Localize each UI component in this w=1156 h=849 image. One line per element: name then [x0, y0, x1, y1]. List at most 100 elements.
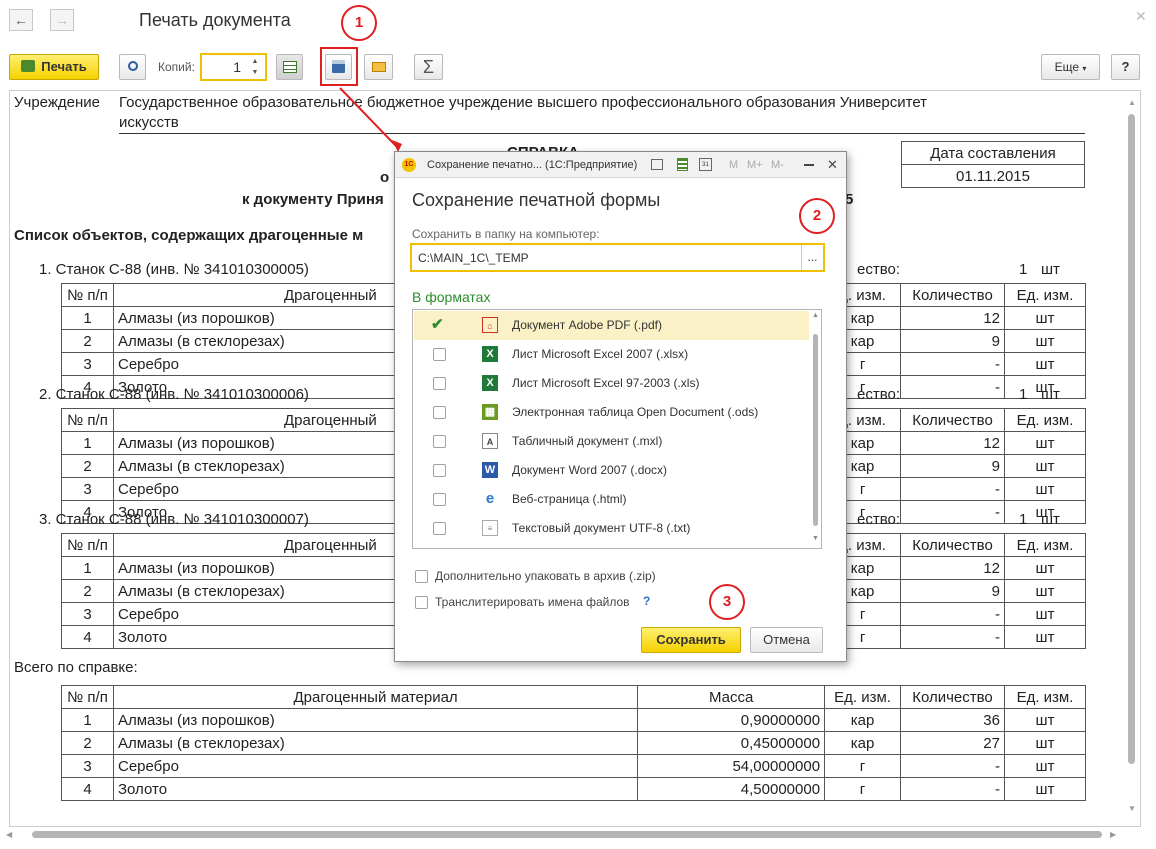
table-edit-icon [282, 61, 297, 73]
copies-stepper[interactable]: 1 ▲ ▼ [200, 53, 267, 81]
col-qty: Количество [900, 283, 1005, 307]
format-item[interactable]: ✔ ⌂ Документ Adobe PDF (.pdf) [414, 311, 809, 340]
callout-2: 2 [799, 198, 835, 234]
cell-num: 2 [61, 329, 114, 353]
vertical-scroll-thumb[interactable] [1128, 114, 1135, 764]
browse-button[interactable]: ... [801, 245, 823, 270]
date-header: Дата составления [901, 141, 1085, 165]
translit-help-icon[interactable]: ? [643, 594, 650, 608]
close-icon[interactable]: ✕ [1135, 8, 1147, 25]
format-item[interactable]: X Лист Microsoft Excel 97-2003 (.xls) [414, 369, 809, 398]
list-scroll-down-icon[interactable]: ▼ [812, 535, 819, 542]
format-checkbox[interactable] [433, 406, 446, 419]
dialog-save-button[interactable]: Сохранить [641, 627, 741, 653]
scroll-up-icon[interactable]: ▲ [1128, 98, 1136, 107]
format-checkbox[interactable] [433, 348, 446, 361]
format-checkbox[interactable] [433, 493, 446, 506]
horizontal-scroll-thumb[interactable] [32, 831, 1102, 838]
memory-m-button[interactable]: M [729, 152, 738, 178]
cell-num: 3 [61, 477, 114, 501]
horizontal-scrollbar[interactable]: ◀ ▶ [6, 830, 1118, 840]
format-checkbox[interactable] [433, 464, 446, 477]
formats-scroll-thumb[interactable] [813, 334, 818, 526]
memory-mplus-button[interactable]: M+ [747, 152, 763, 178]
forward-arrow-icon[interactable]: → [50, 9, 74, 31]
list-scroll-up-icon[interactable]: ▲ [812, 312, 819, 319]
ods-icon: ▦ [482, 404, 498, 420]
object-qty-label: ество: [857, 511, 901, 528]
col-unit2: Ед. изм. [1003, 685, 1087, 709]
col-num: № п/п [61, 685, 114, 709]
cell-unit2: шт [1003, 708, 1087, 732]
zip-checkbox[interactable] [415, 570, 428, 583]
format-item[interactable]: ▦ Электронная таблица Open Document (.od… [414, 398, 809, 427]
cell-qty: 9 [900, 579, 1005, 603]
preview-button[interactable] [119, 54, 146, 80]
dialog-title-bar: 1С Сохранение печатно... (1С:Предприятие… [395, 152, 846, 178]
checkmark-icon[interactable]: ✔ [431, 317, 444, 332]
vertical-scrollbar[interactable]: ▲ ▼ [1127, 98, 1137, 816]
dialog-close-icon[interactable]: ✕ [827, 152, 838, 178]
scroll-right-icon[interactable]: ▶ [1110, 830, 1116, 839]
cell-unit2: шт [1003, 777, 1087, 801]
cell-unit: кар [824, 708, 902, 732]
format-label: Документ Adobe PDF (.pdf) [512, 318, 662, 332]
object-qty: 1 [1019, 511, 1028, 528]
more-button[interactable]: Еще ▾ [1041, 54, 1100, 80]
cell-num: 3 [61, 352, 114, 376]
chevron-down-icon: ▾ [1082, 64, 1087, 73]
memory-mminus-button[interactable]: M- [771, 152, 784, 178]
word-icon: W [482, 462, 498, 478]
cell-qty: - [900, 625, 1005, 649]
format-item[interactable]: W Документ Word 2007 (.docx) [414, 456, 809, 485]
folder-path-value: C:\MAIN_1C\_TEMP [418, 251, 529, 265]
total-table: № п/п Драгоценный материал Масса Ед. изм… [61, 685, 1087, 801]
calendar-icon[interactable]: 31 [699, 158, 712, 171]
formats-label: В форматах [412, 289, 491, 305]
cell-qty: 12 [900, 306, 1005, 330]
col-unit: Ед. изм. [824, 685, 902, 709]
cell-num: 1 [61, 306, 114, 330]
format-label: Лист Microsoft Excel 97-2003 (.xls) [512, 376, 700, 390]
col-mass: Масса [637, 685, 826, 709]
minimize-icon[interactable] [804, 164, 814, 166]
print-button[interactable]: Печать [9, 54, 99, 80]
formats-scrollbar[interactable]: ▲ ▼ [810, 310, 821, 548]
format-item[interactable]: A Табличный документ (.mxl) [414, 427, 809, 456]
callout-3: 3 [709, 584, 745, 620]
translit-checkbox[interactable] [415, 596, 428, 609]
scroll-left-icon[interactable]: ◀ [6, 830, 12, 839]
calculator-icon[interactable] [677, 158, 688, 171]
back-arrow-icon[interactable]: ← [9, 9, 33, 31]
cell-qty: 12 [900, 556, 1005, 580]
folder-path-input[interactable]: C:\MAIN_1C\_TEMP ... [410, 243, 825, 272]
cell-num: 2 [61, 731, 114, 755]
cell-unit2: шт [1004, 454, 1086, 478]
dialog-cancel-button[interactable]: Отмена [750, 627, 823, 653]
format-label: Табличный документ (.mxl) [512, 434, 663, 448]
cell-num: 3 [61, 754, 114, 778]
cell-qty: 9 [900, 454, 1005, 478]
dialog-heading: Сохранение печатной формы [412, 190, 661, 210]
col-qty: Количество [900, 685, 1005, 709]
format-item[interactable]: ≡ Текстовый документ UTF-8 (.txt) [414, 514, 809, 543]
printer-icon [21, 60, 36, 72]
format-checkbox[interactable] [433, 435, 446, 448]
formats-list[interactable]: ✔ ⌂ Документ Adobe PDF (.pdf) X Лист Mic… [412, 309, 822, 549]
help-button[interactable]: ? [1111, 54, 1140, 80]
object-qty: 1 [1019, 261, 1028, 278]
format-item[interactable]: X Лист Microsoft Excel 2007 (.xlsx) [414, 340, 809, 369]
scroll-down-icon[interactable]: ▼ [1128, 804, 1136, 813]
stepper-arrows-icon[interactable]: ▲ ▼ [248, 56, 262, 78]
format-label: Лист Microsoft Excel 2007 (.xlsx) [512, 347, 689, 361]
cell-qty: - [900, 754, 1005, 778]
print-icon[interactable] [651, 159, 663, 170]
format-checkbox[interactable] [433, 377, 446, 390]
cell-unit: г [824, 777, 902, 801]
format-item[interactable]: e Веб-страница (.html) [414, 485, 809, 514]
object-name: 1. Станок С-88 (инв. № 341010300005) [39, 261, 309, 278]
format-checkbox[interactable] [433, 522, 446, 535]
table-row: 2 Алмазы (в стеклорезах) 0,45000000 кар … [61, 731, 1087, 755]
edit-table-button[interactable] [276, 54, 303, 80]
cell-num: 2 [61, 579, 114, 603]
